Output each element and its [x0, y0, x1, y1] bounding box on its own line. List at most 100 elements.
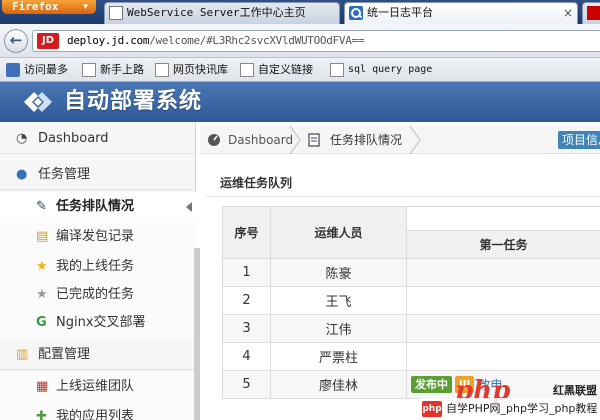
sidebar-item-my-deploy-tasks[interactable]: ★ 我的上线任务: [0, 252, 196, 282]
firefox-menu-button[interactable]: Firefox ▼: [2, 0, 96, 14]
sidebar-item-my-apps[interactable]: ✚ 我的应用列表: [0, 402, 196, 420]
screen: Firefox ▼ WebService Server工作中心主页 统一日志平台…: [0, 0, 600, 420]
sidebar-item-dashboard[interactable]: ◔ Dashboard: [0, 124, 196, 154]
cell-first-task: [406, 342, 600, 371]
sidebar-item-label: 已完成的任务: [56, 287, 135, 302]
browser-tab-bar: Firefox ▼ WebService Server工作中心主页 统一日志平台…: [0, 0, 600, 24]
sidebar-item-label: 任务管理: [38, 167, 91, 182]
sidebar-item-label: 我的应用列表: [56, 409, 135, 420]
back-button[interactable]: ←: [4, 29, 28, 53]
site-icon: [587, 6, 600, 20]
page-icon: [240, 63, 254, 77]
edit-icon: ✎: [36, 199, 47, 214]
page-icon: [330, 63, 344, 77]
column-header-operator: 运维人员: [270, 206, 407, 259]
cell-first-task: [406, 314, 600, 343]
cell-operator: 陈豪: [270, 258, 407, 287]
cell-index: 5: [222, 370, 271, 399]
close-icon[interactable]: ×: [563, 3, 573, 23]
bookmark-custom-links[interactable]: 自定义链接: [240, 61, 313, 79]
cell-index: 3: [222, 314, 271, 343]
bookmark-label: 网页快讯库: [173, 63, 228, 76]
tachometer-icon: [208, 134, 220, 146]
sidebar-item-label: 任务排队情况: [56, 199, 135, 214]
cell-operator: 王飞: [270, 286, 407, 315]
cell-first-task: [406, 258, 600, 287]
bookmark-folder-icon: [6, 63, 20, 77]
php-logo-icon: php: [422, 401, 442, 417]
gift-icon: ▦: [36, 379, 49, 394]
url-host: deploy.jd.com: [67, 34, 150, 47]
sidebar-item-label: Dashboard: [38, 131, 109, 146]
bookmark-label: 自定义链接: [258, 63, 313, 76]
arrow-left-icon: ←: [9, 31, 23, 49]
page-icon: [109, 6, 123, 20]
sidebar-item-nginx-deploy[interactable]: G Nginx交叉部署: [0, 308, 196, 338]
app-header: 自动部署系统: [0, 82, 600, 122]
breadcrumb-dashboard[interactable]: Dashboard: [228, 126, 293, 154]
column-header-group: [406, 206, 600, 231]
bookmark-most-visited[interactable]: 访问最多: [6, 61, 68, 79]
sidebar-item-task-queue[interactable]: ✎ 任务排队情况: [0, 192, 196, 222]
chevron-down-icon: ▼: [83, 2, 88, 11]
sidebar-item-completed-tasks[interactable]: ★ 已完成的任务: [0, 280, 196, 310]
watermark-footer: php 自学PHP网_php学习_php教程: [420, 398, 600, 420]
divider: [206, 196, 600, 197]
folder-open-icon: ▥: [16, 347, 29, 362]
bookmark-getting-started[interactable]: 新手上路: [82, 61, 144, 79]
cell-operator: 廖佳林: [270, 370, 407, 399]
breadcrumb-separator: [409, 126, 421, 154]
app-title: 自动部署系统: [64, 89, 203, 114]
table-row: 1 陈豪: [222, 258, 600, 287]
column-header-first-task: 第一任务: [406, 230, 600, 259]
main-content: Dashboard 任务排队情况 项目信息 运维任务队列 序号 运维人员: [200, 122, 600, 420]
sidebar-item-config-management[interactable]: ▥ 配置管理: [0, 340, 196, 370]
browser-tab-webservice[interactable]: WebService Server工作中心主页: [104, 2, 340, 24]
breadcrumb: Dashboard 任务排队情况 项目信息: [200, 126, 600, 154]
breadcrumb-separator: [289, 126, 301, 154]
address-bar[interactable]: JD deploy.jd.com/welcome/#L3Rhc2svcXVldW…: [32, 30, 600, 52]
logo-icon: [24, 92, 52, 112]
bookmark-web-slices[interactable]: 网页快讯库: [155, 61, 228, 79]
star-icon: ★: [36, 259, 48, 274]
table-row: 2 王飞: [222, 286, 600, 315]
task-queue-table: 序号 运维人员 第一任务 1 陈豪 2 王飞 3 江伟 4 严票柱 5 廖佳林 …: [222, 206, 600, 399]
status-badge-deploying[interactable]: 发布中: [411, 376, 452, 393]
search-icon: [349, 6, 363, 20]
project-info-button[interactable]: 项目信息: [558, 131, 600, 149]
folder-icon: ▤: [36, 229, 49, 244]
bookmark-label: 访问最多: [24, 63, 68, 76]
browser-tab-more[interactable]: [582, 2, 600, 24]
cell-index: 1: [222, 258, 271, 287]
edit-icon: [308, 133, 320, 147]
bookmark-label: sql query page: [348, 64, 433, 75]
sidebar-item-label: 配置管理: [38, 347, 91, 362]
watermark-footer-text: 自学PHP网_php学习_php教程: [446, 402, 598, 415]
cell-first-task: [406, 286, 600, 315]
sidebar-item-task-management[interactable]: ● 任务管理: [0, 160, 196, 190]
sidebar-item-label: 上线运维团队: [56, 379, 135, 394]
watermark-logo-subtext: 红黑联盟: [553, 384, 597, 397]
firefox-menu-label: Firefox: [12, 0, 59, 13]
cell-index: 2: [222, 286, 271, 315]
sidebar-item-build-records[interactable]: ▤ 编译发包记录: [0, 222, 196, 252]
sidebar-item-label: Nginx交叉部署: [56, 315, 146, 330]
table-row: 3 江伟: [222, 314, 600, 343]
url-text[interactable]: deploy.jd.com/welcome/#L3Rhc2svcXVldWUTO…: [67, 31, 364, 51]
column-header-index: 序号: [222, 206, 271, 259]
globe-icon: ●: [16, 167, 28, 182]
bookmark-sql-query[interactable]: sql query page: [330, 61, 432, 79]
breadcrumb-task-queue: 任务排队情况: [330, 133, 403, 147]
site-identity-icon[interactable]: JD: [37, 33, 59, 49]
tab-title: WebService Server工作中心主页: [127, 6, 306, 19]
tachometer-icon: ◔: [16, 131, 28, 146]
browser-tab-log-platform[interactable]: 统一日志平台 ×: [344, 2, 578, 24]
star-icon: ★: [36, 287, 48, 302]
url-path: /welcome/#L3Rhc2svcXVldWUTOOdFVA==: [149, 34, 365, 47]
sidebar-item-ops-team[interactable]: ▦ 上线运维团队: [0, 372, 196, 402]
cell-operator: 严票柱: [270, 342, 407, 371]
sidebar-item-label: 我的上线任务: [56, 259, 135, 274]
sidebar-item-label: 编译发包记录: [56, 229, 135, 244]
page-icon: [82, 63, 96, 77]
tab-title: 统一日志平台: [367, 6, 433, 19]
